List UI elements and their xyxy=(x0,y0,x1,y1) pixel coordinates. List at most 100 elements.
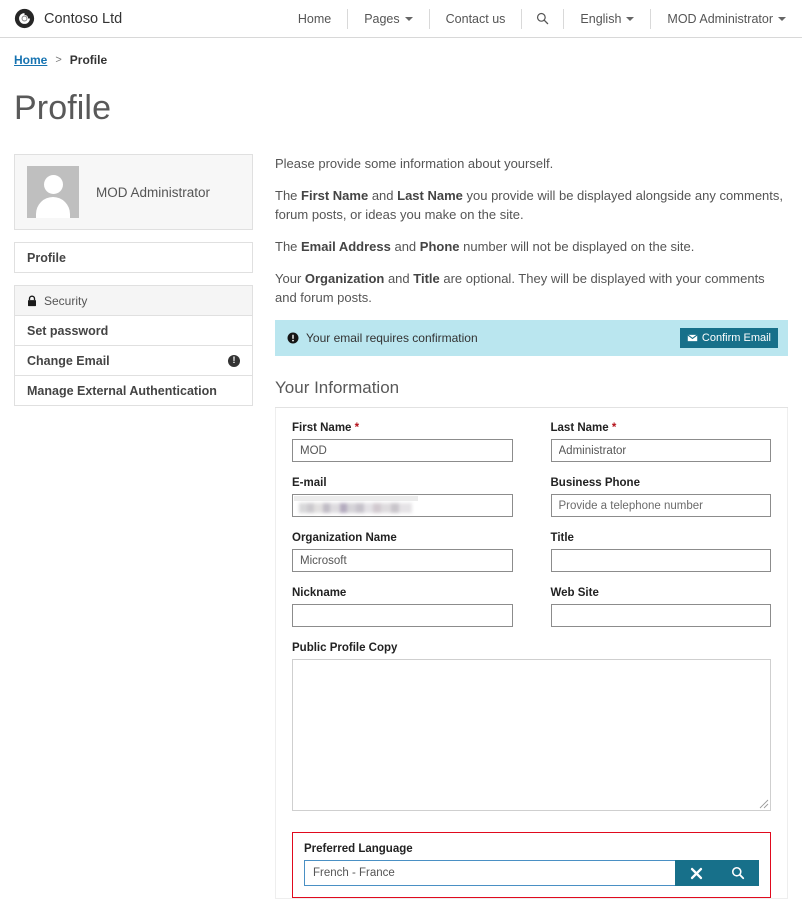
nav-item-pages-label: Pages xyxy=(364,11,400,26)
form-row-organization-title: Organization Name Title xyxy=(292,532,771,587)
brand-name: Contoso Ltd xyxy=(44,10,123,27)
nav-item-account[interactable]: MOD Administrator xyxy=(651,9,788,29)
field-title: Title xyxy=(550,532,771,572)
title-label: Title xyxy=(550,532,574,544)
sidebar-item-manage-external-authentication[interactable]: Manage External Authentication xyxy=(15,376,252,406)
breadcrumb-home-link[interactable]: Home xyxy=(14,53,47,67)
warning-badge-icon: ! xyxy=(228,354,240,367)
intro-p3-bold-phone: Phone xyxy=(419,239,460,254)
last-name-input[interactable] xyxy=(550,439,771,462)
nav-item-language-label: English xyxy=(580,11,622,26)
navbar-menu: Home Pages Contact us English MOD Admini… xyxy=(282,0,788,37)
last-name-label: Last Name * xyxy=(551,422,772,434)
sidebar-item-profile[interactable]: Profile xyxy=(15,243,252,273)
intro-paragraph-3: The Email Address and Phone number will … xyxy=(275,237,788,256)
email-confirmation-alert: Your email requires confirmation Confirm… xyxy=(275,320,788,356)
sidebar-item-set-password[interactable]: Set password xyxy=(15,316,252,346)
alert-message: Your email requires confirmation xyxy=(306,331,478,345)
sidebar-section-security-label: Security xyxy=(44,293,88,308)
chevron-down-icon xyxy=(404,16,413,21)
public-profile-copy-textarea[interactable] xyxy=(292,659,771,811)
form-row-public-profile-copy: Public Profile Copy xyxy=(292,642,771,826)
main-content: Please provide some information about yo… xyxy=(253,154,788,899)
nav-item-contact-us[interactable]: Contact us xyxy=(430,8,523,29)
info-circle-icon xyxy=(287,332,299,344)
intro-p4-part-a: Your xyxy=(275,271,305,286)
field-business-phone: Business Phone xyxy=(550,477,771,517)
sidebar-primary-list: Profile xyxy=(14,242,253,273)
intro-p2-bold-last-name: Last Name xyxy=(397,188,463,203)
chevron-down-icon xyxy=(778,16,786,21)
contoso-ring-logo-icon xyxy=(14,8,35,29)
intro-p4-bold-organization: Organization xyxy=(304,271,385,286)
nickname-label: Nickname xyxy=(292,587,347,599)
sidebar-item-manage-external-authentication-label: Manage External Authentication xyxy=(27,383,217,398)
brand-link[interactable]: Contoso Ltd xyxy=(14,8,122,29)
form-row-email-phone: E-mail Business Phone xyxy=(292,477,771,532)
field-web-site: Web Site xyxy=(550,587,771,627)
breadcrumb-separator: > xyxy=(55,54,62,66)
email-redaction-bar xyxy=(294,496,418,501)
intro-paragraph-1: Please provide some information about yo… xyxy=(275,156,554,171)
organization-name-label: Organization Name xyxy=(292,532,397,544)
first-name-input[interactable] xyxy=(292,439,513,462)
nav-item-contact-us-label: Contact us xyxy=(445,11,506,26)
form-row-nickname-website: Nickname Web Site xyxy=(292,587,771,642)
required-marker: * xyxy=(354,422,360,434)
organization-name-input[interactable] xyxy=(292,549,513,572)
email-label: E-mail xyxy=(292,477,327,489)
confirm-email-button-label: Confirm Email xyxy=(701,332,771,344)
field-public-profile-copy: Public Profile Copy xyxy=(292,642,771,811)
public-profile-copy-label: Public Profile Copy xyxy=(292,642,398,654)
form-section-title: Your Information xyxy=(275,378,400,397)
search-icon xyxy=(537,12,549,25)
field-nickname: Nickname xyxy=(292,587,513,627)
nav-item-home[interactable]: Home xyxy=(282,8,349,29)
nav-search-button[interactable] xyxy=(522,8,565,29)
first-name-label: First Name * xyxy=(292,422,513,434)
sidebar-section-security: Security xyxy=(15,286,252,316)
required-marker: * xyxy=(611,422,617,434)
nav-item-language[interactable]: English xyxy=(564,8,652,29)
preferred-language-input[interactable] xyxy=(304,860,675,886)
intro-p2-part-c: and xyxy=(368,188,398,203)
sidebar-profile-card: MOD Administrator xyxy=(14,154,253,230)
form-row-names: First Name * Last Name * xyxy=(292,422,771,477)
email-input[interactable] xyxy=(292,494,513,517)
intro-p4-part-c: and xyxy=(384,271,414,286)
business-phone-input[interactable] xyxy=(550,494,771,517)
nickname-input[interactable] xyxy=(292,604,513,627)
field-email: E-mail xyxy=(292,477,513,517)
search-icon xyxy=(731,866,745,880)
preferred-language-clear-button[interactable] xyxy=(675,860,717,886)
intro-paragraph-4: Your Organization and Title are optional… xyxy=(275,269,788,307)
intro-p3-part-c: and xyxy=(390,239,420,254)
intro-p2-bold-first-name: First Name xyxy=(301,188,369,203)
email-redacted-value xyxy=(299,503,412,513)
last-name-label-text: Last Name xyxy=(550,422,609,434)
sidebar-item-change-email-label: Change Email xyxy=(27,353,110,368)
user-avatar-placeholder-icon xyxy=(27,166,79,218)
intro-p3-bold-email-address: Email Address xyxy=(301,239,391,254)
sidebar-item-set-password-label: Set password xyxy=(27,323,109,338)
breadcrumb-current: Profile xyxy=(69,53,108,67)
title-input[interactable] xyxy=(550,549,771,572)
intro-text: Please provide some information about yo… xyxy=(275,154,788,307)
sidebar-profile-name: MOD Administrator xyxy=(96,184,211,200)
preferred-language-search-button[interactable] xyxy=(717,860,759,886)
field-first-name: First Name * xyxy=(292,422,513,462)
your-information-form: First Name * Last Name * E-mail xyxy=(275,408,788,899)
page-title: Profile xyxy=(14,89,112,127)
sidebar-item-profile-label: Profile xyxy=(27,250,66,265)
preferred-language-highlight-box: Preferred Language xyxy=(292,832,771,898)
preferred-language-lookup xyxy=(304,860,759,886)
business-phone-label: Business Phone xyxy=(550,477,640,489)
confirm-email-button[interactable]: Confirm Email xyxy=(679,328,778,348)
intro-p3-part-d: number will not be displayed on the site… xyxy=(459,239,695,254)
sidebar-item-change-email[interactable]: Change Email ! xyxy=(15,346,252,376)
nav-item-account-label: MOD Administrator xyxy=(667,11,773,26)
sidebar-security-list: Security Set password Change Email ! Man… xyxy=(14,285,253,406)
nav-item-pages[interactable]: Pages xyxy=(348,8,430,29)
chevron-down-icon xyxy=(626,16,635,21)
web-site-input[interactable] xyxy=(550,604,771,627)
